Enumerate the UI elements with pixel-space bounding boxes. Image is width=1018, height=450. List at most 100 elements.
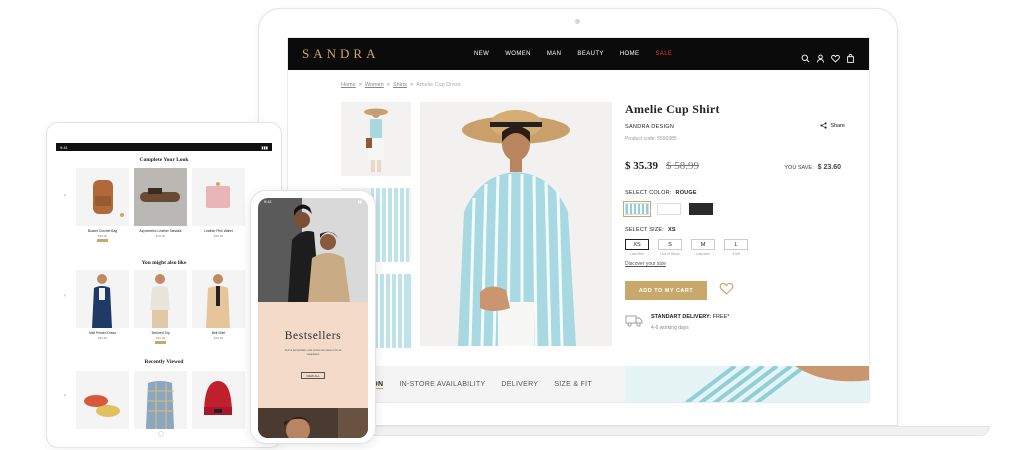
size-box: XS — [625, 239, 649, 250]
carousel-left-icon[interactable]: ‹ — [64, 393, 66, 399]
you-save: YOU SAVE: $ 23.60 — [784, 164, 841, 171]
size-s[interactable]: S Out of Stock — [658, 239, 682, 256]
product-card[interactable]: Bucket Crochet Bag $59.99 — [76, 168, 129, 242]
add-to-cart-button[interactable]: ADD TO MY CART — [625, 281, 707, 300]
product-card[interactable] — [192, 371, 245, 429]
search-icon[interactable] — [801, 50, 810, 62]
bestsellers-title: Bestsellers — [284, 330, 342, 342]
product-card[interactable]: Midi Printed Dress $39.99 — [76, 270, 129, 344]
bag-icon[interactable] — [846, 50, 855, 63]
recently-viewed-row — [76, 371, 245, 429]
product-card[interactable]: Belt Shirt $35.99 — [192, 270, 245, 344]
heart-icon[interactable] — [831, 50, 840, 63]
crumb-shirts[interactable]: Shirts — [393, 82, 407, 88]
product-card[interactable] — [134, 371, 187, 429]
swatch-white[interactable] — [657, 203, 681, 215]
product-badge — [97, 239, 108, 242]
cart-row: ADD TO MY CART — [625, 281, 855, 300]
product-card[interactable]: Leather Pink Wallet $49.99 — [192, 168, 245, 242]
price-row: $ 35.39 $ 58.99 YOU SAVE: $ 23.60 — [625, 160, 855, 172]
tablet-status-bar: 9:41 ▮▮▮ — [56, 143, 272, 151]
section-recently-viewed: Recently Viewed — [56, 359, 272, 365]
detail-image — [625, 366, 869, 402]
section-might-like: You might also like — [56, 260, 272, 266]
share-button[interactable]: Share — [820, 122, 845, 129]
phone-hero-image — [258, 198, 368, 302]
carousel-left-icon[interactable]: ‹ — [64, 193, 66, 199]
swatch-black[interactable] — [689, 203, 713, 215]
breadcrumb: Home > Women > Shirts > Amelie Cup Dress — [341, 82, 461, 88]
nav-home[interactable]: HOME — [620, 51, 640, 57]
product-name: Leather Pink Wallet — [204, 229, 233, 233]
user-icon[interactable] — [816, 50, 825, 63]
old-price: $ 58.99 — [666, 160, 699, 172]
color-label-text: SELECT COLOR: — [625, 190, 672, 196]
section-complete-look: Complete Your Look — [56, 157, 272, 163]
wishlist-heart-icon[interactable] — [719, 282, 734, 300]
size-guide-link[interactable]: Discover your size — [625, 261, 855, 267]
nav-women[interactable]: WOMEN — [505, 51, 531, 57]
top-nav: SANDRA NEW WOMEN MAN BEAUTY HOME SALE — [288, 38, 869, 70]
brand-logo[interactable]: SANDRA — [302, 46, 379, 62]
view-all-button[interactable]: VIEW ALL — [301, 372, 325, 379]
product-card[interactable] — [76, 371, 129, 429]
bestsellers-text: Sed ut perspiciatis unde omnis iste natu… — [284, 349, 342, 356]
swatch-striped[interactable] — [623, 201, 651, 217]
size-options: XS Last item S Out of Stock M Last item L 3 … — [625, 239, 855, 256]
product-name: Textured Top — [151, 331, 170, 335]
product-price: $39.99 — [97, 336, 108, 340]
size-l[interactable]: L 3 left — [724, 239, 748, 256]
tab-in-store[interactable]: IN-STORE AVAILABILITY — [399, 381, 485, 389]
bestsellers-panel: Bestsellers Sed ut perspiciatis unde omn… — [258, 302, 368, 408]
product-name: Belt Shirt — [211, 331, 226, 335]
thumbnail-1[interactable] — [341, 102, 411, 176]
nav-beauty[interactable]: BEAUTY — [577, 51, 603, 57]
tab-delivery[interactable]: DELIVERY — [501, 381, 538, 389]
size-m[interactable]: M Last item — [691, 239, 715, 256]
size-note: Last item — [629, 252, 645, 256]
section-title: Complete Your Look — [139, 157, 189, 163]
nav-new[interactable]: NEW — [474, 51, 489, 57]
product-price: $79.99 — [155, 234, 166, 238]
product-info: Amelie Cup Shirt SANDRA DESIGN Share Pro… — [623, 102, 855, 332]
section-title: You might also like — [141, 260, 187, 266]
size-label-text: SELECT SIZE: — [625, 227, 664, 233]
tablet-time: 9:41 — [60, 144, 68, 150]
product-image-wallet — [192, 168, 245, 226]
color-label: SELECT COLOR: ROUGE — [625, 190, 855, 196]
delivery-title-text: STANDART DELIVERY: — [651, 314, 712, 320]
battery-icon: ▮▮▮ — [261, 144, 268, 150]
product-price: $49.99 — [213, 234, 224, 238]
current-price: $ 35.39 — [625, 160, 658, 172]
product-image-shoes — [76, 371, 129, 429]
product-image-shirt — [192, 270, 245, 328]
crumb-home[interactable]: Home — [341, 82, 356, 88]
carousel-left-icon[interactable]: ‹ — [64, 293, 66, 299]
share-icon — [820, 122, 827, 129]
color-value: ROUGE — [675, 190, 697, 196]
tab-size-fit[interactable]: SIZE & FIT — [554, 381, 592, 389]
phone-screen: 9:41 ▮▮ Bestsellers Sed ut perspiciatis u… — [258, 198, 368, 438]
product-name: Asymmetric Leather Sandals — [139, 229, 182, 233]
product-card[interactable]: Textured Top $29.99 — [134, 270, 187, 344]
tablet-screen: 9:41 ▮▮▮ Complete Your Look Bucket Croche… — [56, 143, 272, 429]
nav-links: NEW WOMEN MAN BEAUTY HOME SALE — [474, 38, 672, 70]
section-title: Recently Viewed — [144, 359, 184, 365]
crumb-women[interactable]: Women — [365, 82, 384, 88]
color-swatches — [623, 201, 855, 217]
product-image-sandals — [134, 168, 187, 226]
size-note: Last item — [695, 252, 711, 256]
nav-sale[interactable]: SALE — [655, 51, 672, 57]
delivery-title: STANDART DELIVERY: FREE* — [651, 314, 729, 320]
product-card[interactable]: Asymmetric Leather Sandals $79.99 — [134, 168, 187, 242]
size-xs[interactable]: XS Last item — [625, 239, 649, 256]
nav-man[interactable]: MAN — [547, 51, 562, 57]
tablet-home-button[interactable] — [158, 431, 164, 437]
size-box: S — [658, 239, 682, 250]
product-image-dress — [76, 270, 129, 328]
product-image-jacket — [134, 371, 187, 429]
nav-icons — [801, 38, 855, 70]
delivery-info: STANDART DELIVERY: FREE* 4-6 working day… — [625, 314, 855, 332]
battery-icon: ▮▮ — [357, 199, 362, 204]
main-product-image[interactable] — [420, 102, 612, 346]
